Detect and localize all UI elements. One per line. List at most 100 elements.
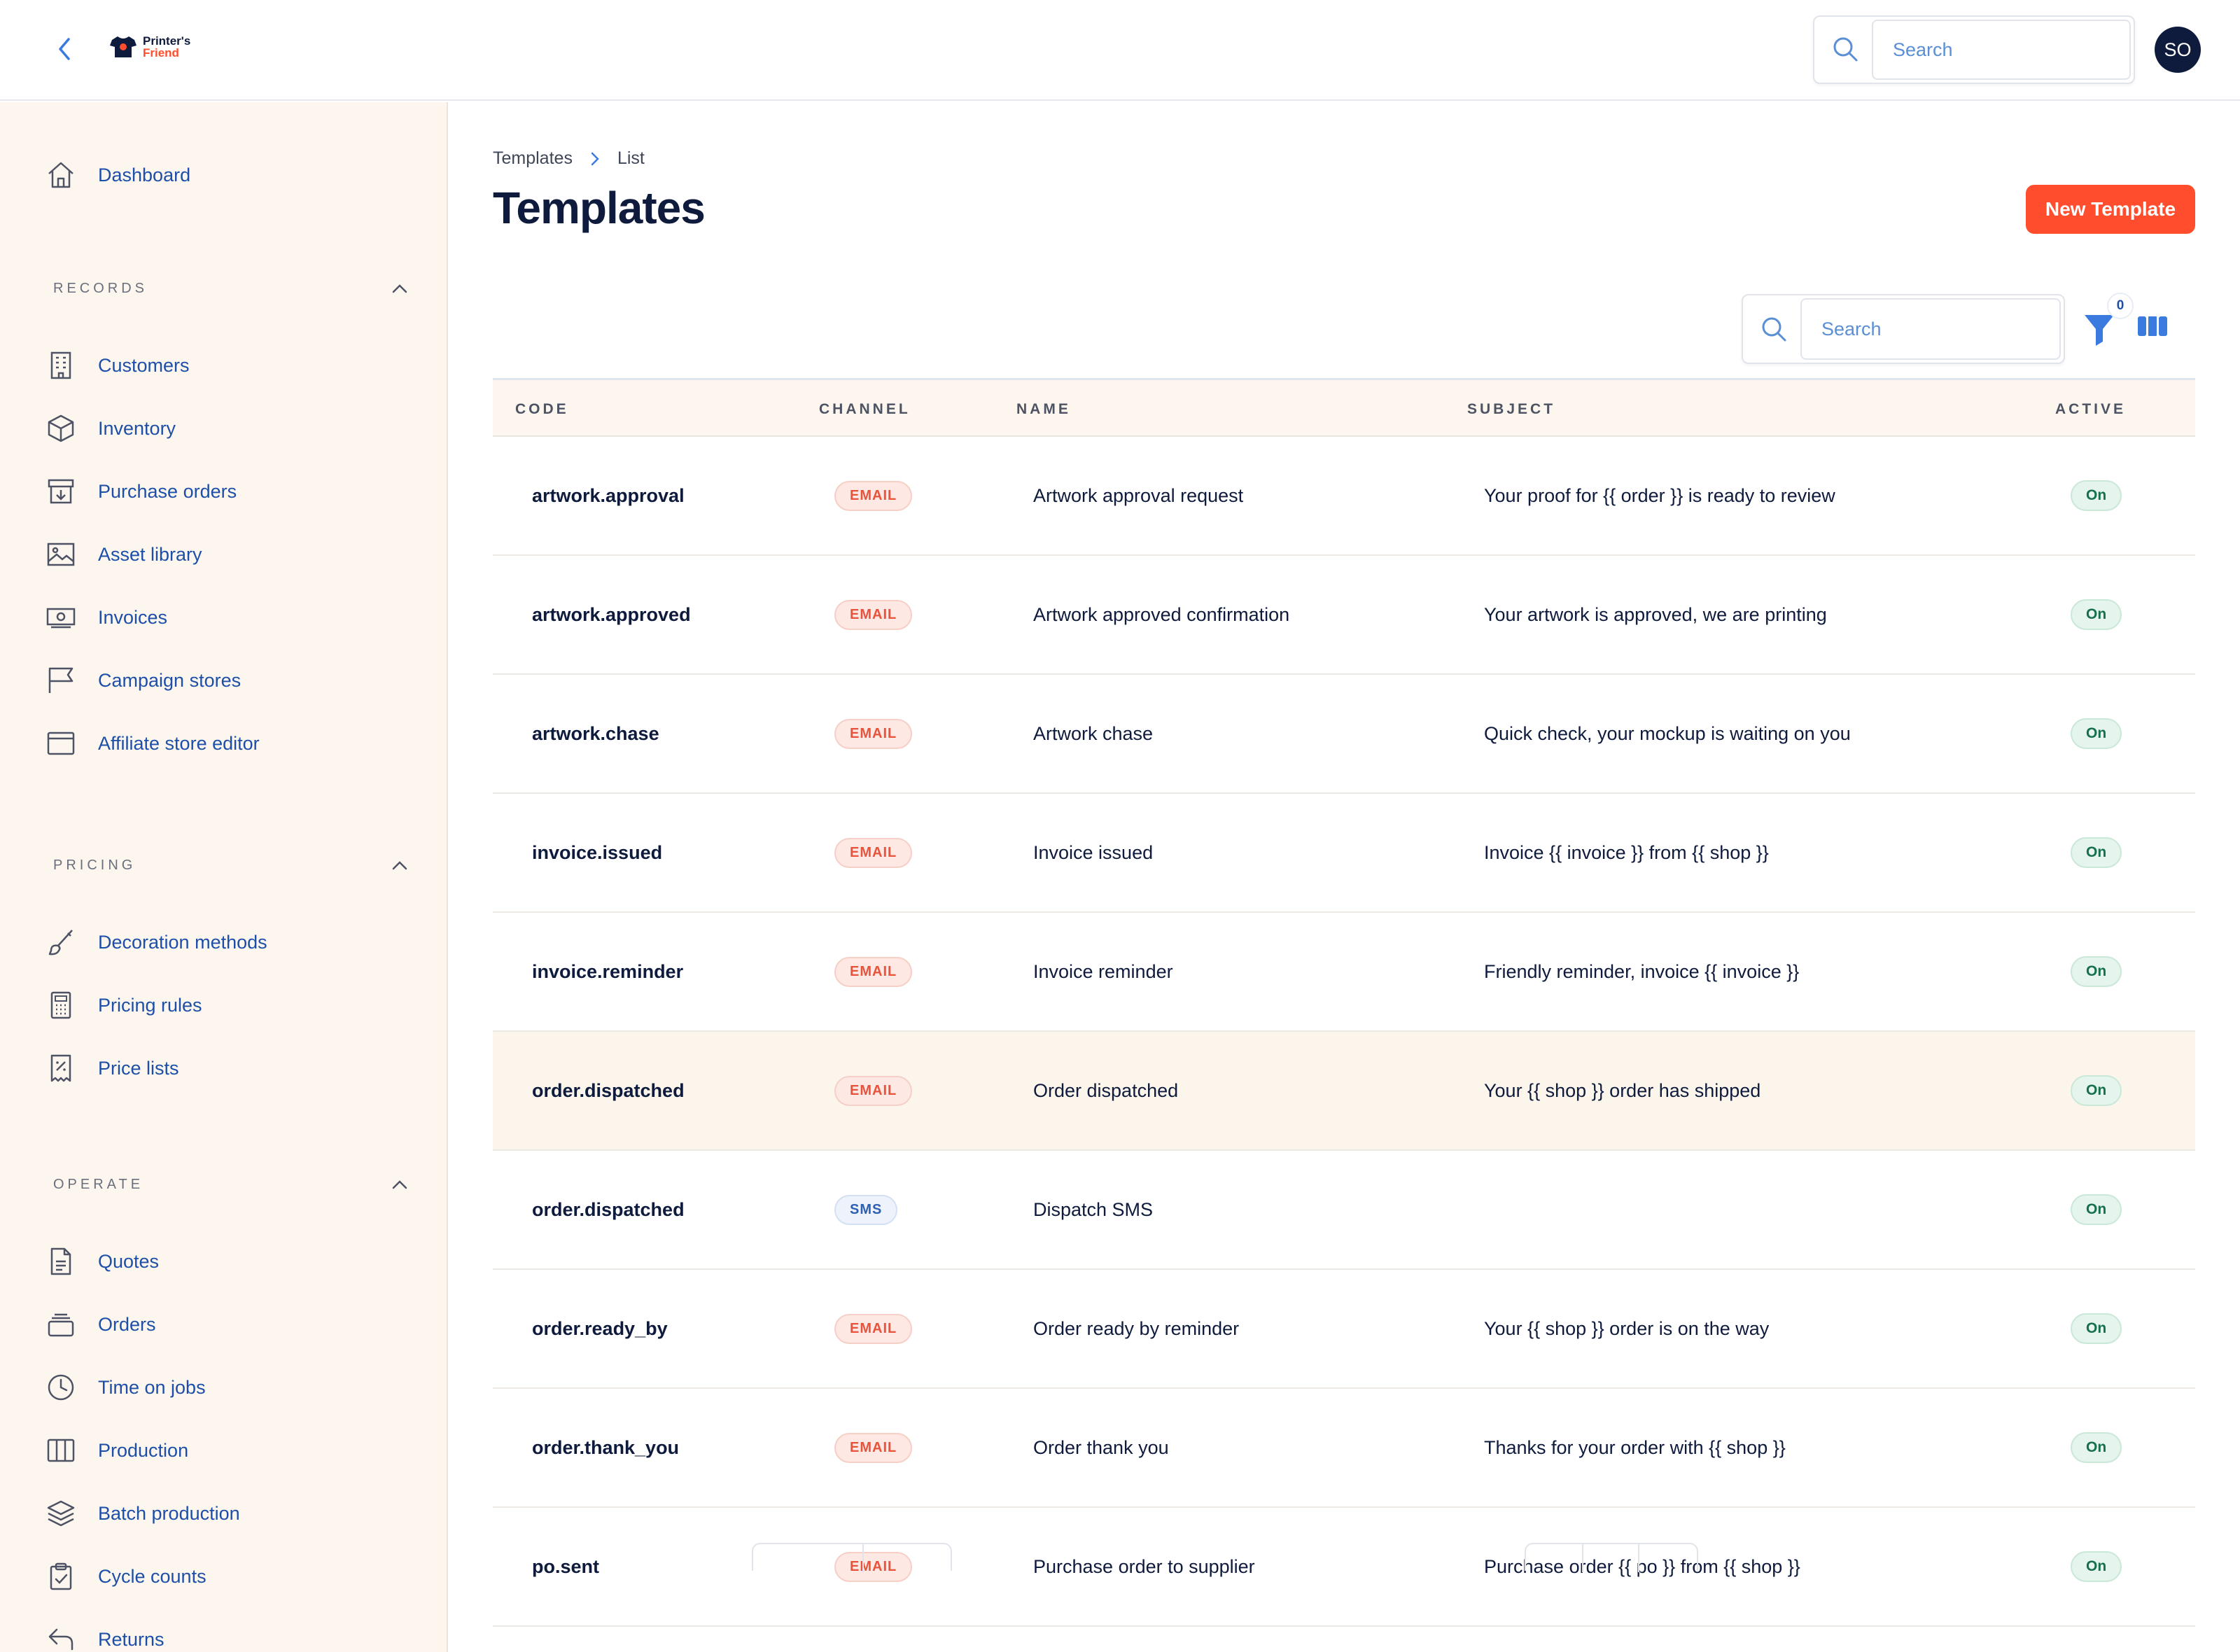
browser-window-icon [47,732,75,755]
cell-name: Order dispatched [1033,1079,1179,1101]
active-status-badge[interactable]: On [2071,1075,2122,1106]
table-search-input[interactable]: Search [1800,298,2061,360]
sidebar-item-label: Campaign stores [98,669,241,691]
sidebar-item-purchase-orders[interactable]: Purchase orders [45,470,237,512]
back-button[interactable] [50,35,78,63]
pagination-left[interactable] [752,1543,952,1572]
cell-subject: Thanks for your order with {{ shop }} [1484,1436,1786,1458]
sidebar-item-production[interactable]: Production [45,1429,188,1471]
sidebar-item-cycle-counts[interactable]: Cycle counts [45,1555,206,1597]
sidebar-item-label: Inventory [98,417,176,439]
active-status-badge[interactable]: On [2071,1313,2122,1344]
sidebar-item-price-lists[interactable]: Price lists [45,1047,179,1089]
layers-icon [47,1500,75,1527]
table-body: artwork.approval EMAIL Artwork approval re… [493,437,2195,1627]
pagination-right[interactable] [1525,1543,1698,1572]
columns-toggle-icon[interactable] [2135,312,2170,340]
sidebar: Dashboard RECORDS Customers Inventory Pu… [0,102,448,1652]
column-header-active[interactable]: ACTIVE [2055,401,2126,418]
breadcrumb-templates[interactable]: Templates [493,148,573,169]
cell-subject: Your artwork is approved, we are printin… [1484,603,1827,625]
avatar[interactable]: SO [2155,27,2201,73]
sidebar-item-label: Affiliate store editor [98,732,260,754]
sidebar-item-customers[interactable]: Customers [45,344,190,386]
cell-name: Order ready by reminder [1033,1317,1240,1339]
filter-count-badge: 0 [2107,293,2134,319]
active-status-badge[interactable]: On [2071,1551,2122,1582]
sidebar-item-batch-production[interactable]: Batch production [45,1492,240,1534]
cell-subject: Invoice {{ invoice }} from {{ shop }} [1484,841,1769,863]
sidebar-item-invoices[interactable]: Invoices [45,596,167,638]
sidebar-item-inventory[interactable]: Inventory [45,407,176,449]
channel-badge: SMS [834,1194,898,1225]
sidebar-item-time-on-jobs[interactable]: Time on jobs [45,1366,206,1408]
sidebar-item-returns[interactable]: Returns [45,1618,164,1652]
home-icon [48,162,74,188]
brush-icon [48,930,73,955]
sidebar-item-label: Price lists [98,1057,179,1079]
table-row[interactable]: order.ready_by EMAIL Order ready by remind… [493,1270,2195,1389]
active-status-badge[interactable]: On [2071,718,2122,749]
cell-name: Purchase order to supplier [1033,1555,1255,1577]
table-row[interactable]: invoice.issued EMAIL Invoice issued Invoice… [493,794,2195,913]
sidebar-item-label: Decoration methods [98,931,267,953]
active-status-badge[interactable]: On [2071,1432,2122,1463]
section-pricing-header[interactable]: PRICING [53,851,407,879]
table-row[interactable]: invoice.reminder EMAIL Invoice reminder Fri… [493,913,2195,1032]
sidebar-item-orders[interactable]: Orders [45,1303,156,1345]
cell-name: Artwork chase [1033,722,1154,744]
cell-code: artwork.chase [532,722,659,744]
sidebar-item-label: Returns [98,1628,164,1650]
sidebar-item-label: Customers [98,354,190,376]
table-row[interactable]: order.thank_you EMAIL Order thank you Thank… [493,1389,2195,1508]
section-title: PRICING [53,857,136,873]
top-bar: Printer's Friend Search SO [0,0,2240,101]
table-row[interactable]: artwork.approval EMAIL Artwork approval re… [493,437,2195,556]
new-template-button[interactable]: New Template [2026,185,2195,234]
search-icon [1833,37,1858,62]
cell-subject: Friendly reminder, invoice {{ invoice }} [1484,960,1800,982]
chevron-right-icon [591,152,599,165]
global-search-input[interactable]: Search [1872,20,2131,80]
global-search[interactable]: Search [1813,15,2135,84]
active-status-badge[interactable]: On [2071,956,2122,987]
column-header-subject[interactable]: SUBJECT [1467,401,1555,418]
active-status-badge[interactable]: On [2071,837,2122,868]
column-header-channel[interactable]: CHANNEL [819,401,911,418]
sidebar-item-dashboard[interactable]: Dashboard [45,154,190,196]
active-status-badge[interactable]: On [2071,599,2122,630]
active-status-badge[interactable]: On [2071,480,2122,511]
table-row[interactable]: po.sent EMAIL Purchase order to supplier Pu… [493,1508,2195,1627]
cell-code: order.dispatched [532,1079,685,1101]
calculator-icon [50,991,71,1019]
sidebar-item-label: Dashboard [98,164,191,186]
cell-name: Order thank you [1033,1436,1169,1458]
sidebar-item-affiliate-store-editor[interactable]: Affiliate store editor [45,722,260,764]
sidebar-item-label: Quotes [98,1250,160,1272]
table-row[interactable]: artwork.approved EMAIL Artwork approved co… [493,556,2195,675]
column-header-name[interactable]: NAME [1016,401,1071,418]
sidebar-item-quotes[interactable]: Quotes [45,1240,159,1282]
flag-icon [48,667,74,693]
table-row[interactable]: artwork.chase EMAIL Artwork chase Quick che… [493,675,2195,794]
logo[interactable]: Printer's Friend [109,35,190,59]
chevron-up-icon [392,284,407,293]
cell-code: invoice.reminder [532,960,684,982]
columns-icon [47,1438,75,1462]
section-records-header[interactable]: RECORDS [53,274,407,302]
section-title: OPERATE [53,1176,144,1192]
table-row[interactable]: order.dispatched SMS Dispatch SMS On [493,1151,2195,1270]
sidebar-item-decoration-methods[interactable]: Decoration methods [45,921,267,963]
return-arrow-icon [48,1628,74,1651]
channel-badge: EMAIL [834,1075,913,1106]
chevron-up-icon [392,861,407,870]
table-row[interactable]: order.dispatched EMAIL Order dispatched You… [493,1032,2195,1151]
sidebar-item-asset-library[interactable]: Asset library [45,533,202,575]
sidebar-item-label: Asset library [98,543,202,565]
table-search[interactable]: Search [1742,294,2065,364]
sidebar-item-campaign-stores[interactable]: Campaign stores [45,659,241,701]
active-status-badge[interactable]: On [2071,1194,2122,1225]
column-header-code[interactable]: CODE [515,401,569,418]
sidebar-item-pricing-rules[interactable]: Pricing rules [45,984,202,1026]
section-operate-header[interactable]: OPERATE [53,1170,407,1198]
